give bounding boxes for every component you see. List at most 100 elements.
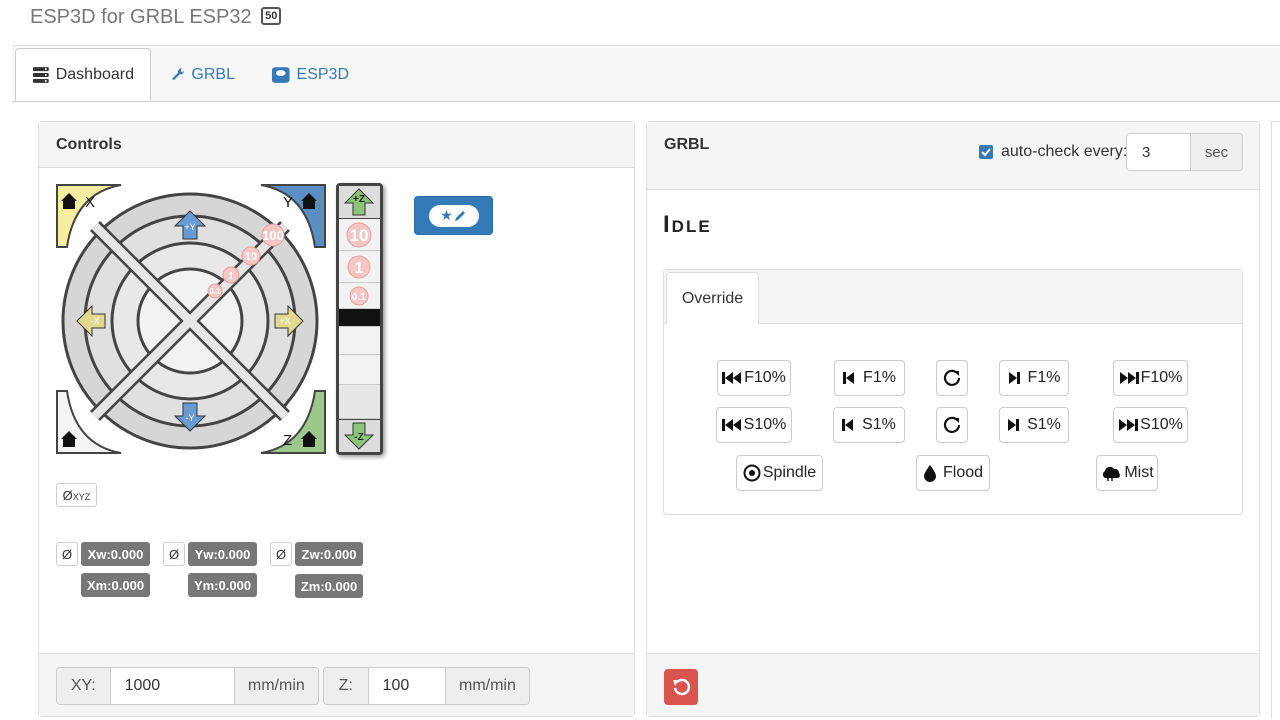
z-step-10-badge: 10 [346, 222, 372, 248]
app-title-text: ESP3D for GRBL ESP32 [30, 6, 252, 28]
z-feedrate-group: Z: 100 mm/min [323, 667, 530, 705]
spindle-minus-1-label: S1% [862, 416, 896, 433]
spindle-minus-10-label: S10% [743, 416, 787, 433]
jog-plus-z-arrow[interactable]: +Z [339, 186, 380, 218]
esp-icon [271, 66, 290, 83]
xy-feedrate-group: XY: 1000 mm/min [56, 667, 319, 705]
work-y-position: Yw:0.000 [188, 542, 257, 566]
zero-z-button[interactable]: Ø [270, 542, 292, 566]
svg-text:0.1: 0.1 [352, 292, 366, 303]
z-feedrate-input[interactable]: 100 [367, 668, 446, 704]
spindle-plus-1-button[interactable]: S1% [999, 407, 1069, 443]
zero-xyz-button[interactable]: Ø XYZ [56, 483, 97, 507]
svg-text:100: 100 [262, 228, 284, 243]
fast-backward-icon [721, 419, 741, 431]
check-icon [981, 148, 991, 157]
tab-override[interactable]: Override [666, 272, 759, 324]
soft-reset-button[interactable] [664, 669, 698, 705]
svg-text:1: 1 [228, 271, 234, 282]
drop-icon [923, 465, 936, 482]
svg-text:Y: Y [283, 194, 293, 211]
spindle-toggle-button[interactable]: Spindle [736, 455, 823, 491]
spindle-reset-button[interactable] [936, 407, 968, 443]
star-icon: ★ [440, 207, 453, 223]
override-tabbar: Override [664, 270, 1242, 324]
fast-backward-icon [722, 372, 742, 384]
spindle-minus-10-button[interactable]: S10% [716, 407, 792, 443]
macro-edit-button[interactable]: ★ [414, 196, 493, 235]
tab-dashboard[interactable]: Dashboard [15, 48, 151, 101]
tab-dashboard-label: Dashboard [55, 65, 134, 83]
spindle-toggle-label: Spindle [762, 464, 817, 481]
undo-icon [673, 678, 691, 696]
auto-check-toggle[interactable]: auto-check every: [979, 133, 1127, 171]
refresh-icon [943, 416, 961, 433]
feed-plus-1-button[interactable]: F1% [999, 360, 1069, 396]
auto-check-interval-input[interactable]: 3 [1127, 134, 1190, 170]
next-panel-edge [1271, 121, 1280, 718]
feed-reset-button[interactable] [936, 360, 968, 396]
server-icon [32, 66, 49, 83]
jog-step-01: 0.1 [207, 283, 223, 299]
feed-plus-10-label: F10% [1140, 369, 1183, 386]
zero-x-symbol: Ø [61, 546, 73, 562]
xy-feedrate-unit: mm/min [234, 668, 318, 704]
z-step-1-badge: 1 [347, 255, 371, 279]
machine-status: Idle [663, 211, 712, 238]
z-step-down-01[interactable] [339, 327, 380, 355]
spindle-plus-1-label: S1% [1027, 416, 1061, 433]
z-step-1[interactable]: 1 [339, 251, 380, 283]
zero-xyz-sub: XYZ [72, 491, 91, 502]
svg-text:+Z: +Z [353, 194, 365, 205]
refresh-icon [943, 369, 961, 386]
spindle-minus-1-button[interactable]: S1% [833, 407, 905, 443]
machine-z-position: Zm:0.000 [295, 574, 363, 598]
app-title: ESP3D for GRBL ESP32 50 [30, 6, 282, 29]
machine-y-position: Ym:0.000 [188, 573, 257, 597]
auto-check-checkbox[interactable] [979, 145, 993, 159]
svg-text:+Y: +Y [184, 222, 195, 232]
z-step-01[interactable]: 0.1 [339, 283, 380, 309]
jog-step-1: 1 [222, 266, 240, 284]
feed-minus-10-label: F10% [744, 369, 786, 386]
feed-plus-10-button[interactable]: F10% [1113, 360, 1188, 396]
flood-toggle-button[interactable]: Flood [916, 455, 990, 491]
svg-text:+X: +X [279, 316, 290, 326]
z-step-10[interactable]: 10 [339, 219, 380, 251]
work-z-position: Zw:0.000 [295, 542, 363, 566]
tab-grbl[interactable]: GRBL [155, 48, 251, 101]
step-backward-icon [842, 419, 854, 431]
zero-symbol: Ø [62, 487, 73, 503]
zero-y-button[interactable]: Ø [163, 542, 185, 566]
z-step-down-10[interactable] [339, 385, 380, 419]
tab-esp3d[interactable]: ESP3D [255, 48, 365, 101]
svg-text:0.1: 0.1 [209, 287, 221, 296]
mist-toggle-button[interactable]: Mist [1096, 455, 1158, 491]
svg-text:10: 10 [350, 226, 369, 245]
auto-check-unit: sec [1190, 134, 1242, 170]
z-step-down-1[interactable] [339, 355, 380, 385]
jog-minus-z-arrow[interactable]: -Z [339, 420, 380, 452]
wrench-icon [172, 67, 184, 80]
zero-x-button[interactable]: Ø [56, 542, 78, 566]
xy-feedrate-label: XY: [57, 668, 110, 704]
feed-minus-1-label: F1% [863, 369, 896, 386]
work-x-position: Xw:0.000 [81, 542, 150, 566]
macro-pill: ★ [428, 204, 479, 227]
xy-feedrate-input[interactable]: 1000 [109, 668, 235, 704]
step-backward-icon [843, 372, 855, 384]
zero-y-symbol: Ø [168, 546, 180, 562]
svg-text:1: 1 [355, 260, 364, 277]
machine-x-position: Xm:0.000 [81, 573, 150, 597]
feed-minus-10-button[interactable]: F10% [717, 360, 791, 396]
feed-plus-1-label: F1% [1027, 369, 1061, 386]
tab-grbl-label: GRBL [191, 65, 235, 83]
spindle-plus-10-button[interactable]: S10% [1113, 407, 1188, 443]
zero-z-symbol: Ø [275, 546, 287, 562]
z-feedrate-label: Z: [324, 668, 368, 704]
fast-forward-icon [1119, 372, 1139, 384]
spindle-plus-10-label: S10% [1140, 416, 1183, 433]
jog-step-100: 100 [261, 223, 285, 247]
feed-minus-1-button[interactable]: F1% [834, 360, 905, 396]
flood-toggle-label: Flood [942, 464, 984, 481]
